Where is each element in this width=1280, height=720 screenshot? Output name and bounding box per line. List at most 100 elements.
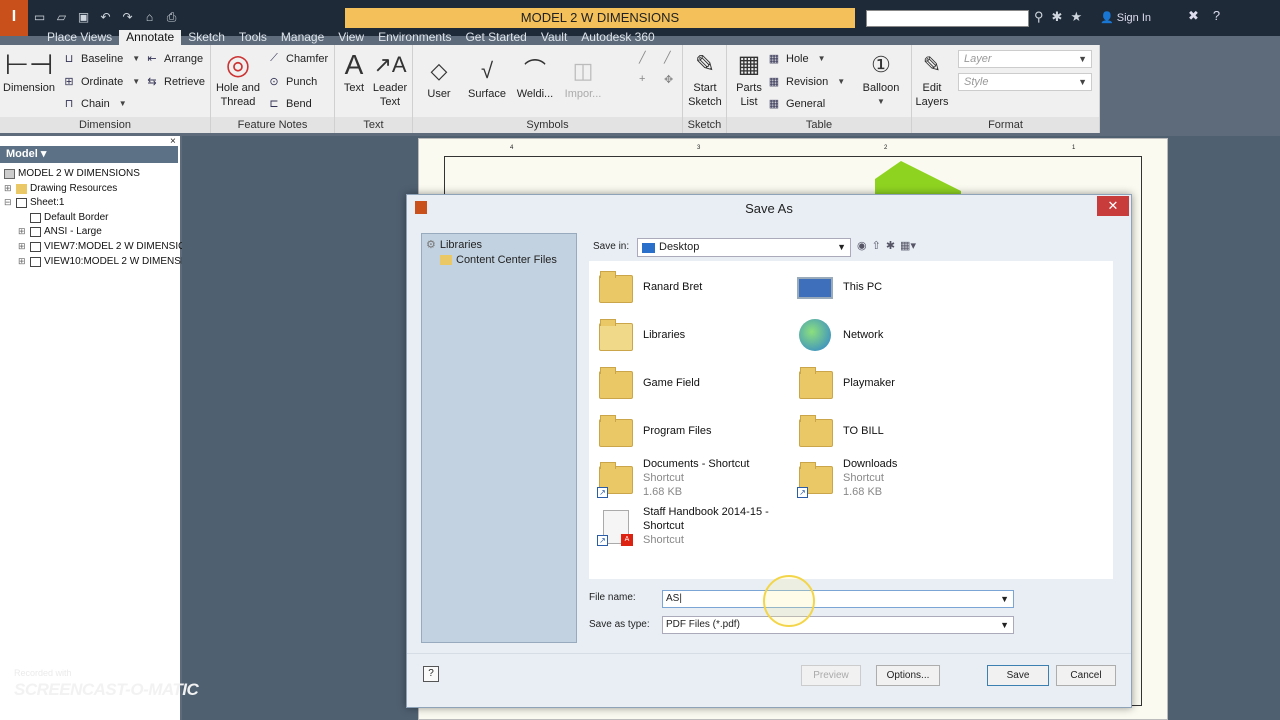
- bend-label: Bend: [286, 97, 312, 110]
- file-name-input[interactable]: AS| ▼: [662, 590, 1014, 608]
- surface-icon: √: [480, 58, 494, 83]
- file-item[interactable]: Program Files: [597, 411, 711, 451]
- libraries-item[interactable]: ⚙ Libraries: [426, 238, 482, 252]
- up-folder-icon[interactable]: ⇧: [872, 239, 881, 252]
- start-sketch-button[interactable]: ✎ Start Sketch: [686, 49, 724, 109]
- bend-button[interactable]: ⊏ Bend: [267, 97, 312, 111]
- welding-button[interactable]: ⌒ Weldi...: [513, 55, 557, 101]
- parts-list-label-2: List: [740, 96, 758, 108]
- back-icon[interactable]: ◉: [857, 239, 867, 252]
- favorites-icon[interactable]: ★: [1070, 9, 1082, 25]
- preview-button[interactable]: Preview: [801, 665, 861, 686]
- tab-autodesk-360[interactable]: Autodesk 360: [574, 30, 661, 45]
- file-item[interactable]: Game Field: [597, 363, 700, 403]
- save-as-type-dropdown[interactable]: PDF Files (*.pdf) ▼: [662, 616, 1014, 634]
- tab-vault[interactable]: Vault: [534, 30, 574, 45]
- layer-combo[interactable]: Layer ▼: [958, 50, 1092, 68]
- text-button[interactable]: A Text: [339, 49, 369, 95]
- import-symbol-button[interactable]: ◫ Impor...: [561, 55, 605, 101]
- help-button[interactable]: ?: [423, 666, 439, 682]
- file-item[interactable]: ↗ A Staff Handbook 2014-15 - Shortcut Shortc…: [597, 505, 769, 547]
- symbols-extra-2[interactable]: +: [639, 73, 645, 85]
- file-item[interactable]: ↗ Documents - Shortcut Shortcut 1.68 KB: [597, 457, 749, 499]
- tab-sketch[interactable]: Sketch: [181, 30, 232, 45]
- symbols-extra-1[interactable]: ╱: [639, 51, 646, 64]
- print-icon[interactable]: ⎙: [162, 8, 181, 27]
- tree-item-root[interactable]: MODEL 2 W DIMENSIONS: [4, 168, 140, 179]
- tree-item-drawing-resources[interactable]: ⊞ Drawing Resources: [4, 183, 117, 194]
- save-button[interactable]: Save: [987, 665, 1049, 686]
- user-symbol-button[interactable]: ◇ User: [421, 55, 457, 101]
- file-item[interactable]: TO BILL: [797, 411, 884, 451]
- file-item[interactable]: Network: [797, 315, 883, 355]
- tree-item-title-block[interactable]: ⊞ ANSI - Large: [18, 226, 102, 237]
- redo-icon[interactable]: ↷: [118, 8, 137, 27]
- ribbon: ⊢⊣ Dimension ⊔ Baseline ▼ ⊞ Ordinate ▼ ⊓ Chai…: [0, 45, 1100, 133]
- folder-icon: [440, 255, 452, 265]
- new-folder-icon[interactable]: ✱: [886, 239, 895, 252]
- navigation-toolbar: ◉ ⇧ ✱ ▦▾: [857, 239, 916, 252]
- help-search-input[interactable]: [866, 10, 1029, 27]
- tab-annotate[interactable]: Annotate: [119, 30, 182, 45]
- edit-layers-button[interactable]: ✎ Edit Layers: [914, 49, 950, 109]
- exchange-icon[interactable]: ✖: [1188, 8, 1199, 24]
- retrieve-button[interactable]: ⇆ Retrieve: [145, 75, 205, 89]
- leader-text-label-1: Leader: [372, 82, 408, 94]
- ordinate-button[interactable]: ⊞ Ordinate ▼: [62, 75, 140, 89]
- tree-item-default-border[interactable]: Default Border: [30, 212, 108, 223]
- options-button[interactable]: Options...: [876, 665, 940, 686]
- dimension-button[interactable]: ⊢⊣ Dimension: [2, 49, 56, 95]
- leader-text-button[interactable]: ↗A Leader Text: [371, 49, 409, 109]
- hole-thread-button[interactable]: ◎ Hole and Thread: [213, 49, 263, 109]
- baseline-button[interactable]: ⊔ Baseline ▼: [62, 52, 140, 66]
- parts-list-button[interactable]: ▦ Parts List: [731, 49, 767, 109]
- view-menu-icon[interactable]: ▦▾: [900, 239, 916, 252]
- search-icon[interactable]: ⚲: [1034, 9, 1044, 25]
- file-item[interactable]: Libraries: [597, 315, 685, 355]
- file-item[interactable]: This PC: [797, 267, 882, 307]
- chamfer-button[interactable]: ⟋ Chamfer: [267, 52, 328, 65]
- tab-tools[interactable]: Tools: [232, 30, 274, 45]
- symbols-extra-3[interactable]: ╱: [664, 51, 671, 64]
- sign-in-link[interactable]: 👤 Sign In: [1100, 11, 1151, 24]
- search-tools: ⚲ ✱ ★: [1034, 9, 1082, 25]
- file-item[interactable]: ↗ Downloads Shortcut 1.68 KB: [797, 457, 897, 499]
- open-icon[interactable]: ▱: [52, 8, 71, 27]
- punch-button[interactable]: ⊙ Punch: [267, 75, 317, 89]
- style-combo[interactable]: Style ▼: [958, 73, 1092, 91]
- dimension-panel-label: Dimension: [0, 117, 210, 133]
- browser-title[interactable]: Model ▾: [0, 146, 178, 163]
- tree-item-sheet[interactable]: ⊟ Sheet:1: [4, 197, 64, 208]
- tab-place-views[interactable]: Place Views: [40, 30, 119, 45]
- surface-button[interactable]: √ Surface: [465, 55, 509, 101]
- save-icon[interactable]: ▣: [74, 8, 93, 27]
- file-item[interactable]: Ranard Bret: [597, 267, 702, 307]
- file-item[interactable]: Playmaker: [797, 363, 895, 403]
- new-icon[interactable]: ▭: [30, 8, 49, 27]
- save-in-dropdown[interactable]: Desktop ▼: [637, 238, 851, 257]
- tree-item-view10[interactable]: ⊞ VIEW10:MODEL 2 W DIMENSIO: [18, 256, 191, 267]
- close-icon[interactable]: ✕: [1097, 196, 1129, 216]
- infocenter-icon[interactable]: ✱: [1052, 9, 1063, 25]
- tree-item-label: Drawing Resources: [30, 183, 118, 194]
- punch-icon: ⊙: [269, 76, 279, 88]
- chain-button[interactable]: ⊓ Chain ▼: [62, 97, 127, 111]
- undo-icon[interactable]: ↶: [96, 8, 115, 27]
- symbols-extra-4[interactable]: ✥: [664, 73, 673, 86]
- tree-item-view7[interactable]: ⊞ VIEW7:MODEL 2 W DIMENSION: [18, 241, 193, 252]
- hole-table-button[interactable]: ▦ Hole ▼: [767, 52, 826, 66]
- help-icon[interactable]: ?: [1213, 8, 1220, 24]
- home-icon[interactable]: ⌂: [140, 8, 159, 27]
- arrange-button[interactable]: ⇤ Arrange: [145, 52, 203, 66]
- content-center-item[interactable]: Content Center Files: [440, 254, 557, 266]
- tab-environments[interactable]: Environments: [371, 30, 458, 45]
- balloon-button[interactable]: ① Balloon ▼: [861, 49, 901, 109]
- tab-get-started[interactable]: Get Started: [458, 30, 533, 45]
- cancel-button[interactable]: Cancel: [1056, 665, 1116, 686]
- general-table-button[interactable]: ▦ General: [767, 97, 825, 111]
- edit-layers-label-1: Edit: [922, 82, 942, 94]
- tab-view[interactable]: View: [331, 30, 371, 45]
- revision-table-button[interactable]: ▦ Revision ▼: [767, 75, 845, 89]
- tab-manage[interactable]: Manage: [274, 30, 331, 45]
- baseline-label: Baseline: [81, 52, 124, 65]
